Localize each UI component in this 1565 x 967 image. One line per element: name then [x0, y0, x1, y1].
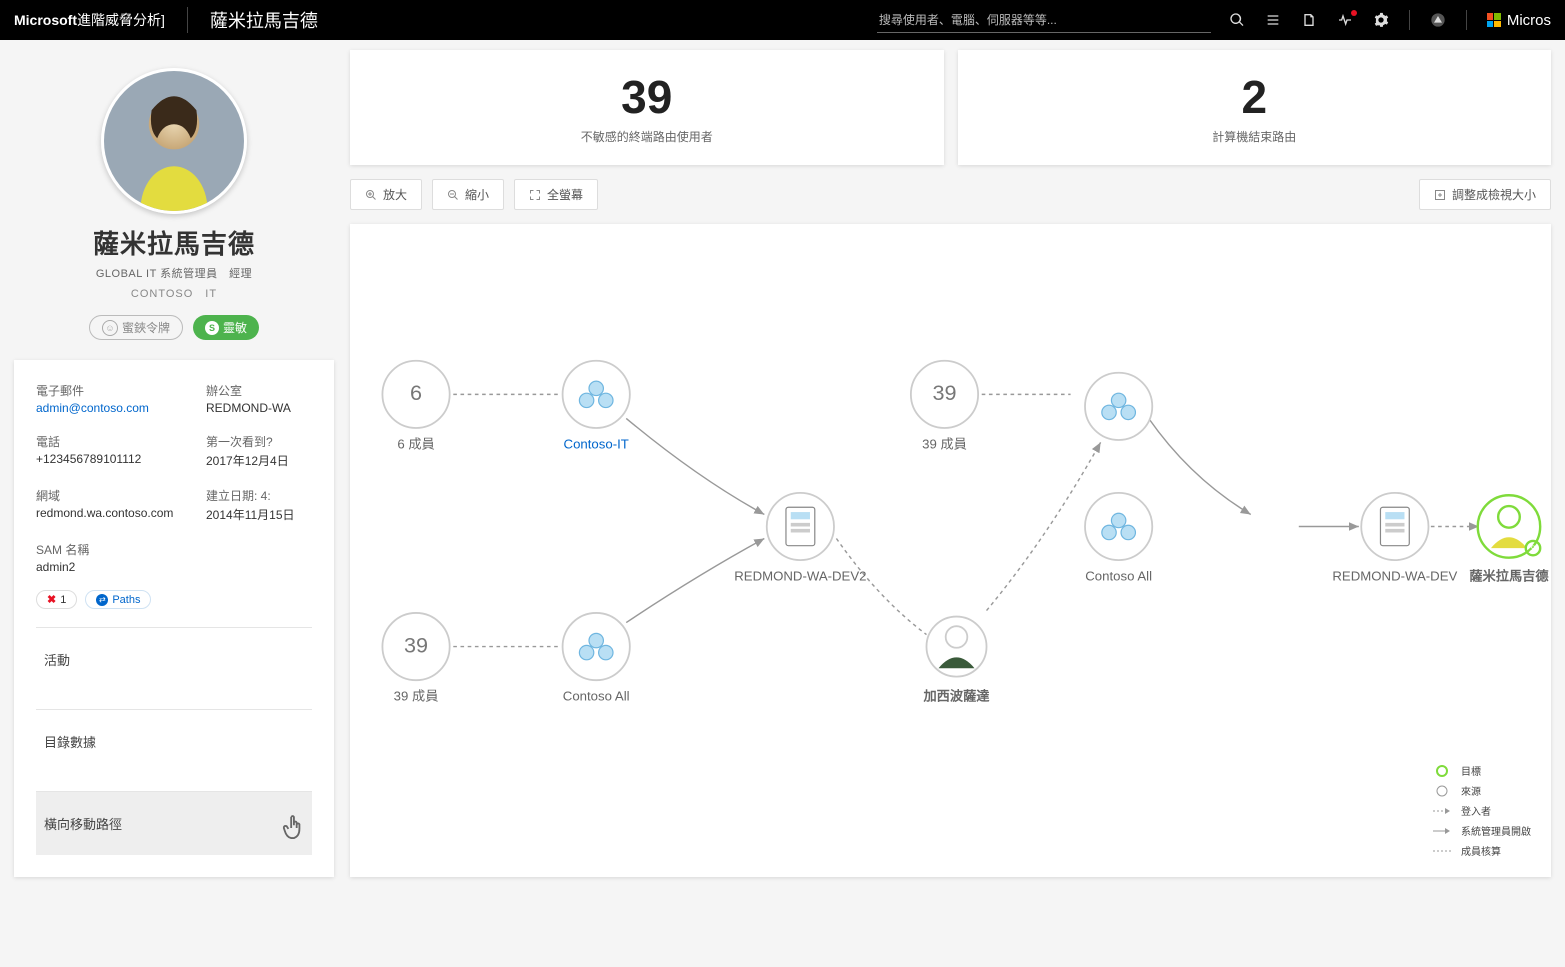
notifications-icon[interactable]	[1430, 12, 1446, 28]
firstseen-value: 2017年12月4日	[206, 452, 312, 469]
timeline-icon[interactable]	[1265, 12, 1281, 28]
node-contoso-all-2[interactable]: Contoso All	[1085, 373, 1152, 584]
created-value: 2014年11月15日	[206, 506, 312, 523]
svg-text:39: 39	[404, 632, 428, 657]
fullscreen-button[interactable]: 全螢幕	[514, 179, 598, 210]
zoom-in-button[interactable]: 放大	[350, 179, 422, 210]
zoom-out-button[interactable]: 縮小	[432, 179, 504, 210]
user-org: CONTOSO IT	[36, 285, 312, 301]
honeytoken-badge[interactable]: ☺蜜鋏令牌	[89, 315, 183, 340]
account-brand[interactable]: Micros	[1487, 12, 1551, 29]
user-role: GLOBAL IT 系統管理員 經理	[36, 265, 312, 281]
office-value: REDMOND-WA	[206, 401, 312, 415]
kpi-nonsensitive-endpoints: 39 不敏感的終端路由使用者	[350, 50, 944, 165]
node-user-source[interactable]: 加西波薩達	[922, 617, 990, 704]
reports-icon[interactable]	[1301, 12, 1317, 28]
phone-value: +123456789101112	[36, 452, 196, 466]
svg-text:39 成員: 39 成員	[922, 436, 967, 451]
sam-label: SAM 名稱	[36, 541, 196, 558]
firstseen-label: 第一次看到?	[206, 433, 312, 450]
svg-text:加西波薩達: 加西波薩達	[922, 688, 990, 704]
created-label: 建立日期: 4:	[206, 487, 312, 504]
svg-text:Contoso-IT: Contoso-IT	[564, 436, 629, 451]
search-input[interactable]: 搜尋使用者、電腦、伺服器等等...	[877, 7, 1211, 33]
legend: 目標 來源 登入者 系統管理員開啟 成員核算	[1433, 758, 1531, 863]
email-value[interactable]: admin@contoso.com	[36, 401, 149, 415]
gear-icon[interactable]	[1373, 12, 1389, 28]
svg-text:S: S	[1530, 544, 1536, 554]
node-6-members[interactable]: 6 6 成員	[382, 361, 449, 452]
svg-text:39 成員: 39 成員	[394, 689, 439, 704]
user-name: 薩米拉馬吉德	[36, 224, 312, 261]
avatar	[101, 68, 247, 214]
domain-label: 網域	[36, 487, 196, 504]
node-redmond-wa-dev2[interactable]: REDMOND-WA-DEV2	[734, 493, 866, 584]
search-icon[interactable]	[1229, 12, 1245, 28]
svg-text:6: 6	[410, 380, 422, 405]
cursor-hand-icon	[282, 814, 304, 845]
paths-chip[interactable]: ⇄Paths	[85, 590, 151, 609]
fit-button[interactable]: 調整成檢視大小	[1419, 179, 1551, 210]
svg-text:REDMOND-WA-DEV: REDMOND-WA-DEV	[1332, 569, 1457, 584]
node-contoso-it[interactable]: Contoso-IT	[563, 361, 630, 452]
health-icon[interactable]	[1337, 12, 1353, 28]
lateral-movement-graph[interactable]: 6 6 成員 39 39 成員 Contoso-IT Contoso All RED…	[350, 224, 1551, 877]
node-redmond-wa-dev[interactable]: REDMOND-WA-DEV	[1332, 493, 1457, 584]
svg-text:Contoso All: Contoso All	[1085, 569, 1152, 584]
node-target-user[interactable]: S 薩米拉馬吉德	[1469, 495, 1549, 583]
svg-text:39: 39	[932, 380, 956, 405]
node-39-members-b[interactable]: 39 39 成員	[911, 361, 978, 452]
sam-value: admin2	[36, 560, 196, 574]
nav-activity[interactable]: 活動	[36, 628, 312, 691]
sensitive-badge[interactable]: S靈敏	[193, 315, 259, 340]
svg-text:REDMOND-WA-DEV2: REDMOND-WA-DEV2	[734, 569, 866, 584]
office-label: 辦公室	[206, 382, 312, 399]
page-title: 薩米拉馬吉德	[210, 7, 318, 33]
email-label: 電子郵件	[36, 382, 196, 399]
nav-directory[interactable]: 目錄數據	[36, 710, 312, 773]
svg-text:6 成員: 6 成員	[397, 436, 434, 451]
nav-lateral-movement-paths[interactable]: 橫向移動路徑	[36, 792, 312, 855]
alerts-chip[interactable]: ✖1	[36, 590, 77, 609]
kpi-computer-end-routes: 2 計算機結束路由	[958, 50, 1552, 165]
domain-value: redmond.wa.contoso.com	[36, 506, 196, 520]
svg-text:Contoso All: Contoso All	[563, 689, 630, 704]
node-contoso-all-1[interactable]: Contoso All	[563, 613, 630, 704]
node-39-members-a[interactable]: 39 39 成員	[382, 613, 449, 704]
svg-text:薩米拉馬吉德: 薩米拉馬吉德	[1469, 568, 1549, 584]
product-name: Microsoft進階威脅分析]	[14, 10, 165, 30]
phone-label: 電話	[36, 433, 196, 450]
